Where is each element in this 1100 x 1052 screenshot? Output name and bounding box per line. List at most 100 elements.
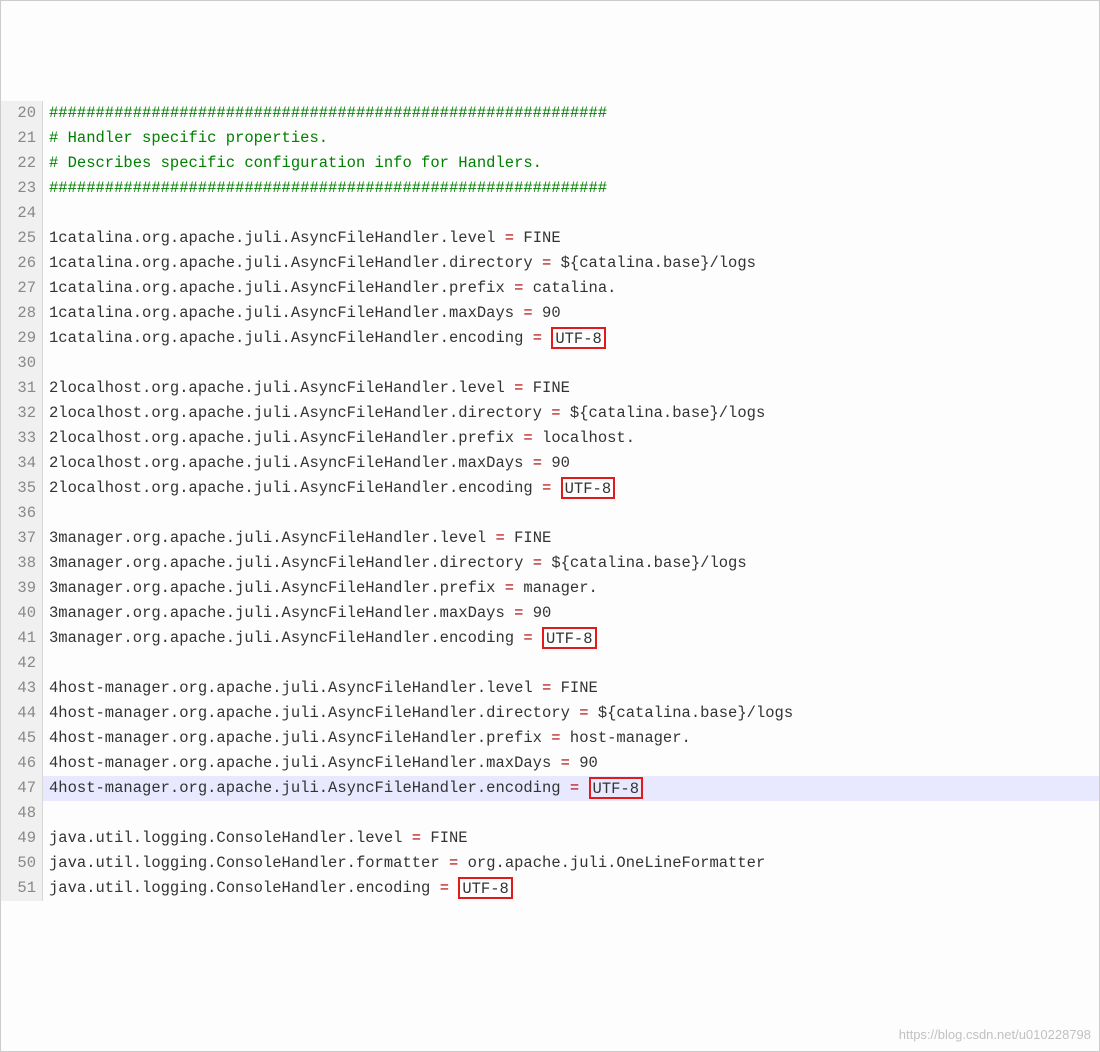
line-content: java.util.logging.ConsoleHandler.encodin…: [43, 876, 1099, 901]
line-number: 41: [1, 626, 43, 651]
line-number: 28: [1, 301, 43, 326]
code-line[interactable]: 393manager.org.apache.juli.AsyncFileHand…: [1, 576, 1099, 601]
line-number: 48: [1, 801, 43, 826]
line-content: [43, 501, 1099, 526]
code-line[interactable]: 24: [1, 201, 1099, 226]
code-line[interactable]: 332localhost.org.apache.juli.AsyncFileHa…: [1, 426, 1099, 451]
line-number: 32: [1, 401, 43, 426]
line-number: 37: [1, 526, 43, 551]
line-content: 3manager.org.apache.juli.AsyncFileHandle…: [43, 576, 1099, 601]
code-line[interactable]: 322localhost.org.apache.juli.AsyncFileHa…: [1, 401, 1099, 426]
code-line[interactable]: 413manager.org.apache.juli.AsyncFileHand…: [1, 626, 1099, 651]
line-content: 4host-manager.org.apache.juli.AsyncFileH…: [43, 701, 1099, 726]
line-content: 2localhost.org.apache.juli.AsyncFileHand…: [43, 401, 1099, 426]
code-editor[interactable]: 20######################################…: [1, 101, 1099, 901]
line-number: 27: [1, 276, 43, 301]
line-content: 4host-manager.org.apache.juli.AsyncFileH…: [43, 751, 1099, 776]
code-line[interactable]: 251catalina.org.apache.juli.AsyncFileHan…: [1, 226, 1099, 251]
line-content: [43, 351, 1099, 376]
highlighted-value: UTF-8: [589, 777, 644, 799]
line-content: java.util.logging.ConsoleHandler.formatt…: [43, 851, 1099, 876]
line-number: 42: [1, 651, 43, 676]
line-content: [43, 651, 1099, 676]
line-content: 1catalina.org.apache.juli.AsyncFileHandl…: [43, 276, 1099, 301]
line-number: 51: [1, 876, 43, 901]
line-content: 1catalina.org.apache.juli.AsyncFileHandl…: [43, 301, 1099, 326]
code-line[interactable]: 474host-manager.org.apache.juli.AsyncFil…: [1, 776, 1099, 801]
code-line[interactable]: 22# Describes specific configuration inf…: [1, 151, 1099, 176]
line-content: [43, 801, 1099, 826]
highlighted-value: UTF-8: [542, 627, 597, 649]
code-line[interactable]: 261catalina.org.apache.juli.AsyncFileHan…: [1, 251, 1099, 276]
line-content: 4host-manager.org.apache.juli.AsyncFileH…: [43, 776, 1099, 801]
line-number: 40: [1, 601, 43, 626]
line-content: 3manager.org.apache.juli.AsyncFileHandle…: [43, 526, 1099, 551]
line-content: [43, 201, 1099, 226]
line-content: 3manager.org.apache.juli.AsyncFileHandle…: [43, 551, 1099, 576]
code-line[interactable]: 342localhost.org.apache.juli.AsyncFileHa…: [1, 451, 1099, 476]
line-content: 2localhost.org.apache.juli.AsyncFileHand…: [43, 451, 1099, 476]
code-line[interactable]: 454host-manager.org.apache.juli.AsyncFil…: [1, 726, 1099, 751]
watermark: https://blog.csdn.net/u010228798: [899, 1022, 1091, 1047]
line-number: 33: [1, 426, 43, 451]
line-content: 1catalina.org.apache.juli.AsyncFileHandl…: [43, 251, 1099, 276]
highlighted-value: UTF-8: [561, 477, 616, 499]
code-line[interactable]: 49java.util.logging.ConsoleHandler.level…: [1, 826, 1099, 851]
line-content: 4host-manager.org.apache.juli.AsyncFileH…: [43, 676, 1099, 701]
line-number: 39: [1, 576, 43, 601]
line-content: ########################################…: [43, 101, 1099, 126]
line-number: 44: [1, 701, 43, 726]
line-content: 2localhost.org.apache.juli.AsyncFileHand…: [43, 426, 1099, 451]
line-content: # Handler specific properties.: [43, 126, 1099, 151]
line-number: 47: [1, 776, 43, 801]
line-number: 30: [1, 351, 43, 376]
line-number: 24: [1, 201, 43, 226]
code-line[interactable]: 36: [1, 501, 1099, 526]
line-number: 22: [1, 151, 43, 176]
code-line[interactable]: 352localhost.org.apache.juli.AsyncFileHa…: [1, 476, 1099, 501]
code-line[interactable]: 23######################################…: [1, 176, 1099, 201]
code-line[interactable]: 464host-manager.org.apache.juli.AsyncFil…: [1, 751, 1099, 776]
code-line[interactable]: 20######################################…: [1, 101, 1099, 126]
code-line[interactable]: 383manager.org.apache.juli.AsyncFileHand…: [1, 551, 1099, 576]
line-content: 2localhost.org.apache.juli.AsyncFileHand…: [43, 476, 1099, 501]
line-content: 1catalina.org.apache.juli.AsyncFileHandl…: [43, 326, 1099, 351]
code-line[interactable]: 50java.util.logging.ConsoleHandler.forma…: [1, 851, 1099, 876]
line-number: 20: [1, 101, 43, 126]
line-content: 3manager.org.apache.juli.AsyncFileHandle…: [43, 626, 1099, 651]
code-line[interactable]: 271catalina.org.apache.juli.AsyncFileHan…: [1, 276, 1099, 301]
code-line[interactable]: 403manager.org.apache.juli.AsyncFileHand…: [1, 601, 1099, 626]
code-line[interactable]: 42: [1, 651, 1099, 676]
line-number: 50: [1, 851, 43, 876]
line-number: 31: [1, 376, 43, 401]
code-line[interactable]: 444host-manager.org.apache.juli.AsyncFil…: [1, 701, 1099, 726]
line-number: 35: [1, 476, 43, 501]
code-line[interactable]: 51java.util.logging.ConsoleHandler.encod…: [1, 876, 1099, 901]
line-number: 46: [1, 751, 43, 776]
code-line[interactable]: 30: [1, 351, 1099, 376]
line-content: java.util.logging.ConsoleHandler.level =…: [43, 826, 1099, 851]
line-content: 1catalina.org.apache.juli.AsyncFileHandl…: [43, 226, 1099, 251]
line-number: 25: [1, 226, 43, 251]
code-line[interactable]: 281catalina.org.apache.juli.AsyncFileHan…: [1, 301, 1099, 326]
line-number: 23: [1, 176, 43, 201]
line-number: 36: [1, 501, 43, 526]
highlighted-value: UTF-8: [551, 327, 606, 349]
line-content: ########################################…: [43, 176, 1099, 201]
line-number: 43: [1, 676, 43, 701]
line-number: 49: [1, 826, 43, 851]
line-content: # Describes specific configuration info …: [43, 151, 1099, 176]
line-number: 45: [1, 726, 43, 751]
highlighted-value: UTF-8: [458, 877, 513, 899]
line-content: 3manager.org.apache.juli.AsyncFileHandle…: [43, 601, 1099, 626]
code-line[interactable]: 434host-manager.org.apache.juli.AsyncFil…: [1, 676, 1099, 701]
code-line[interactable]: 312localhost.org.apache.juli.AsyncFileHa…: [1, 376, 1099, 401]
code-line[interactable]: 21# Handler specific properties.: [1, 126, 1099, 151]
line-content: 2localhost.org.apache.juli.AsyncFileHand…: [43, 376, 1099, 401]
line-number: 21: [1, 126, 43, 151]
line-content: 4host-manager.org.apache.juli.AsyncFileH…: [43, 726, 1099, 751]
code-line[interactable]: 48: [1, 801, 1099, 826]
code-line[interactable]: 291catalina.org.apache.juli.AsyncFileHan…: [1, 326, 1099, 351]
code-line[interactable]: 373manager.org.apache.juli.AsyncFileHand…: [1, 526, 1099, 551]
line-number: 29: [1, 326, 43, 351]
